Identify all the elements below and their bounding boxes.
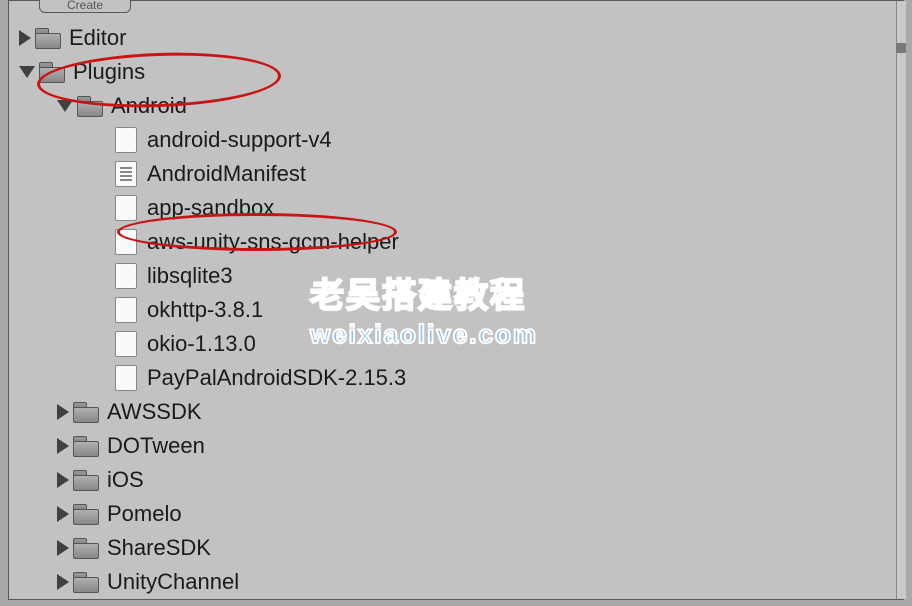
tree-item-label: Plugins <box>73 59 145 85</box>
tree-item-label: AndroidManifest <box>147 161 306 187</box>
project-panel: Create Editor Plugins Android android-su… <box>8 0 904 600</box>
expand-arrow-icon[interactable] <box>57 540 69 556</box>
tree-item-label: libsqlite3 <box>147 263 233 289</box>
expand-arrow-icon[interactable] <box>57 438 69 454</box>
tab-create[interactable]: Create <box>39 0 131 13</box>
tree-item-editor[interactable]: Editor <box>19 21 889 55</box>
collapse-arrow-icon[interactable] <box>57 100 73 112</box>
expand-arrow-icon[interactable] <box>57 404 69 420</box>
tree-item-label: app-sandbox <box>147 195 274 221</box>
folder-icon <box>73 538 99 558</box>
tree-item-label: aws-unity-sns-gcm-helper <box>147 229 399 255</box>
tree-item-folder[interactable]: ShareSDK <box>19 531 889 565</box>
folder-icon <box>73 572 99 592</box>
manifest-file-icon <box>115 161 137 187</box>
tree-item-label: AWSSDK <box>107 399 202 425</box>
tree-item-plugins[interactable]: Plugins <box>19 55 889 89</box>
tree-item-label: UnityChannel <box>107 569 239 595</box>
file-icon <box>115 365 137 391</box>
expand-arrow-icon[interactable] <box>57 506 69 522</box>
tree-item-label: android-support-v4 <box>147 127 332 153</box>
tree-item-file[interactable]: app-sandbox <box>19 191 889 225</box>
tree-item-label: okhttp-3.8.1 <box>147 297 263 323</box>
tree-item-folder[interactable]: AWSSDK <box>19 395 889 429</box>
folder-icon <box>73 402 99 422</box>
tree-item-label: okio-1.13.0 <box>147 331 256 357</box>
tree-item-file[interactable]: android-support-v4 <box>19 123 889 157</box>
tree-item-label: iOS <box>107 467 144 493</box>
expand-arrow-icon[interactable] <box>19 30 31 46</box>
expand-arrow-icon[interactable] <box>57 472 69 488</box>
tree-item-label: Pomelo <box>107 501 182 527</box>
tree-item-label: ShareSDK <box>107 535 211 561</box>
folder-icon <box>73 436 99 456</box>
folder-icon <box>73 470 99 490</box>
file-icon <box>115 297 137 323</box>
tree-item-folder[interactable]: DOTween <box>19 429 889 463</box>
tree-item-file[interactable]: okhttp-3.8.1 <box>19 293 889 327</box>
collapse-arrow-icon[interactable] <box>19 66 35 78</box>
file-icon <box>115 127 137 153</box>
folder-icon <box>77 96 103 116</box>
vertical-scrollbar[interactable] <box>896 1 906 599</box>
tree-item-file[interactable]: libsqlite3 <box>19 259 889 293</box>
tree-item-label: Android <box>111 93 187 119</box>
tree-item-android[interactable]: Android <box>19 89 889 123</box>
tree-item-file[interactable]: AndroidManifest <box>19 157 889 191</box>
tree-item-label: PayPalAndroidSDK-2.15.3 <box>147 365 406 391</box>
file-icon <box>115 229 137 255</box>
file-icon <box>115 263 137 289</box>
file-icon <box>115 195 137 221</box>
tree-item-folder[interactable]: Pomelo <box>19 497 889 531</box>
tree-item-folder[interactable]: iOS <box>19 463 889 497</box>
expand-arrow-icon[interactable] <box>57 574 69 590</box>
tree-item-folder[interactable]: UnityChannel <box>19 565 889 599</box>
tree-item-file[interactable]: aws-unity-sns-gcm-helper <box>19 225 889 259</box>
folder-tree: Editor Plugins Android android-support-v… <box>19 21 889 599</box>
tree-item-file[interactable]: okio-1.13.0 <box>19 327 889 361</box>
folder-icon <box>39 62 65 82</box>
tree-item-label: DOTween <box>107 433 205 459</box>
folder-icon <box>35 28 61 48</box>
scrollbar-marker <box>896 43 906 53</box>
tree-item-label: Editor <box>69 25 126 51</box>
folder-icon <box>73 504 99 524</box>
file-icon <box>115 331 137 357</box>
tree-item-file[interactable]: PayPalAndroidSDK-2.15.3 <box>19 361 889 395</box>
